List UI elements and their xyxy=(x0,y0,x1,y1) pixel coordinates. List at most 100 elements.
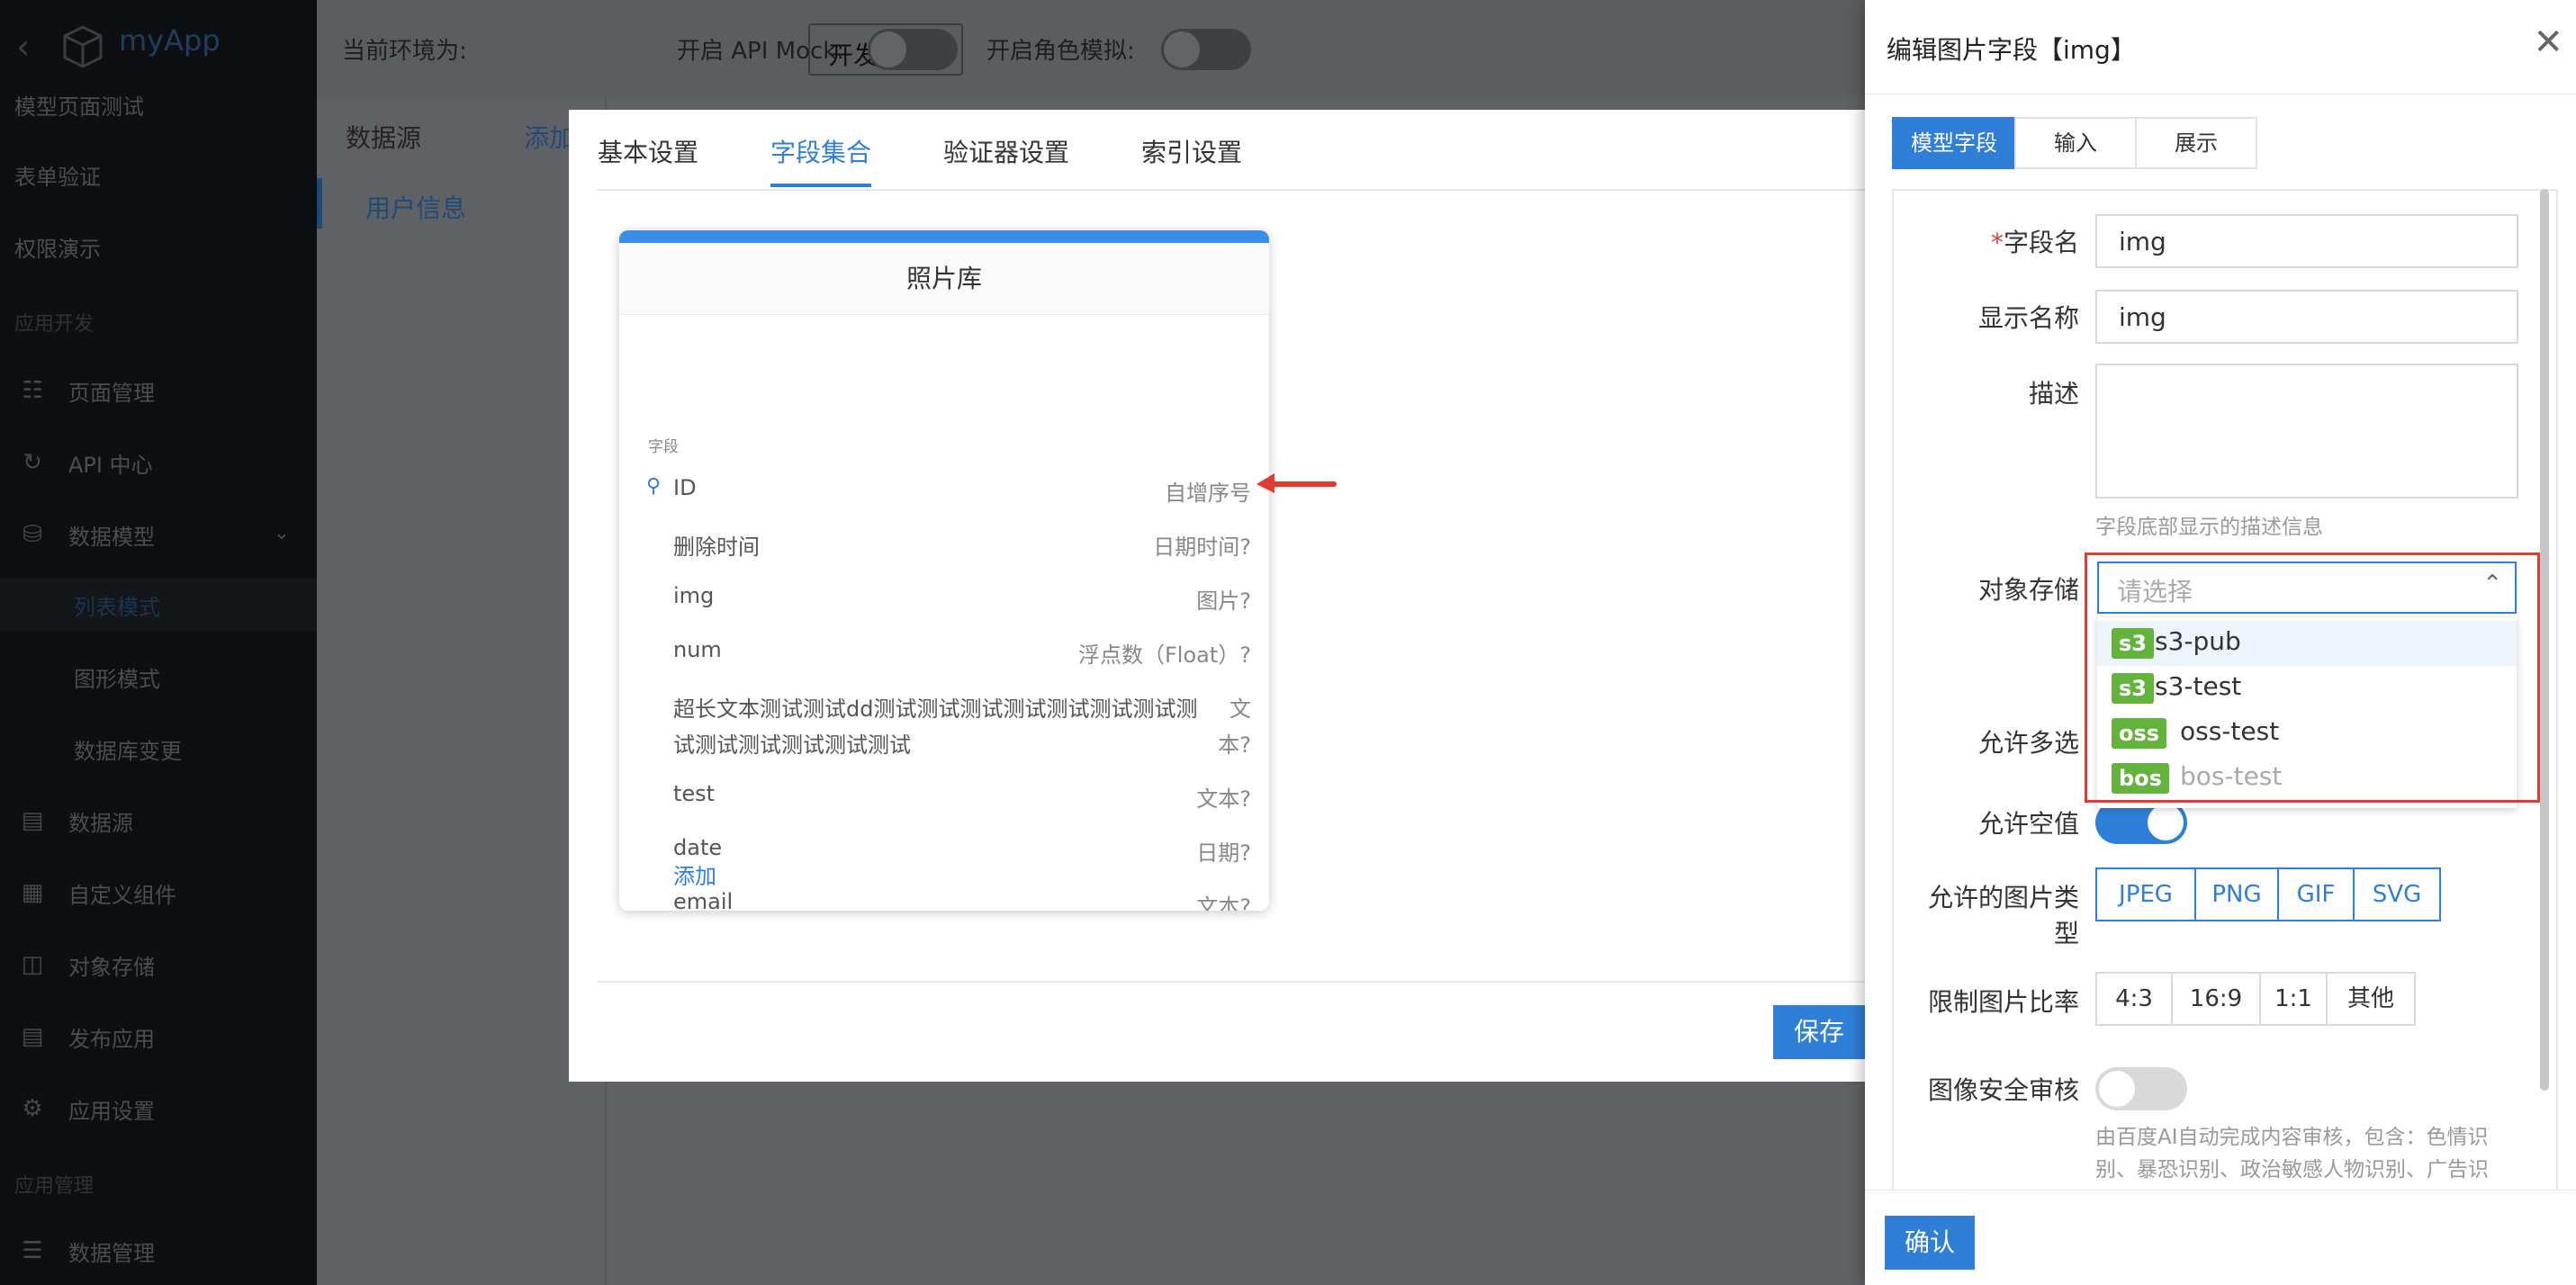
tab-input[interactable]: 输入 xyxy=(2014,117,2137,169)
save-button[interactable]: 保存 xyxy=(1773,1005,1865,1059)
field-name: img xyxy=(673,583,715,608)
sidebar-item-data-model[interactable]: ⛁ 数据模型 ⌄ xyxy=(0,508,317,562)
sidebar-item-settings[interactable]: ⚙ 应用设置 xyxy=(0,1082,317,1136)
field-name: num xyxy=(673,637,722,662)
sidebar-item-permission-demo[interactable]: 权限演示 xyxy=(0,220,317,274)
api-icon: ↻ xyxy=(23,449,42,476)
field-type: 文本? xyxy=(1196,894,1251,911)
type-gif-button[interactable]: GIF xyxy=(2277,867,2355,921)
tab-label: 字段集合 xyxy=(770,138,872,167)
tab-model-field[interactable]: 模型字段 xyxy=(1892,117,2016,169)
highlight-box xyxy=(2085,553,2540,803)
app-name: myApp xyxy=(119,23,221,58)
audit-hint-line-2: 别、暴恐识别、政治敏感人物识别、广告识 xyxy=(2095,1158,2489,1182)
field-type: 文本? xyxy=(1218,696,1251,758)
sidebar-item-graph-mode[interactable]: 图形模式 xyxy=(0,650,317,704)
sidebar-item-label: 列表模式 xyxy=(74,594,160,620)
field-type: 浮点数（Float）? xyxy=(1077,642,1251,668)
type-jpeg-button[interactable]: JPEG xyxy=(2095,867,2196,921)
sidebar-group-label: 应用开发 xyxy=(14,313,95,336)
page-icon: ☷ xyxy=(22,377,43,404)
field-type: 自增序号 xyxy=(1165,481,1251,506)
add-datasource-link[interactable]: 添加 xyxy=(524,119,574,155)
ratio-other-button[interactable]: 其他 xyxy=(2326,972,2416,1026)
field-name: email xyxy=(673,889,734,911)
sidebar-item-label: 模型页面测试 xyxy=(14,94,144,120)
sidebar-item-datasource[interactable]: ▤ 数据源 xyxy=(0,794,317,848)
datasource-heading: 数据源 xyxy=(346,123,422,153)
sidebar-item-pages[interactable]: ☷ 页面管理 xyxy=(0,364,317,418)
api-mock-label: 开启 API Mock: xyxy=(677,38,845,65)
card-title: 照片库 xyxy=(619,243,1269,315)
ratio-4-3-button[interactable]: 4:3 xyxy=(2095,972,2173,1026)
sidebar-item-components[interactable]: ▦ 自定义组件 xyxy=(0,866,317,920)
tab-label: 索引设置 xyxy=(1141,138,1243,167)
confirm-button[interactable]: 确认 xyxy=(1885,1216,1975,1270)
tab-basic-settings[interactable]: 基本设置 xyxy=(598,133,698,169)
sidebar: ‹ myApp 模型页面测试 表单验证 权限演示 应用开发 ☷ 页面管理 ↻ API… xyxy=(0,0,317,1285)
close-icon[interactable]: ✕ xyxy=(2533,22,2563,63)
modal-footer-divider xyxy=(598,981,1865,983)
sidebar-item-label: 页面管理 xyxy=(68,380,155,406)
field-name: date xyxy=(673,835,723,860)
app-header: ‹ myApp xyxy=(0,0,317,90)
sidebar-item-form-validation[interactable]: 表单验证 xyxy=(0,148,317,202)
api-mock-toggle[interactable] xyxy=(868,29,958,70)
ratio-1-1-button[interactable]: 1:1 xyxy=(2259,972,2328,1026)
sidebar-item-db-changes[interactable]: 数据库变更 xyxy=(0,722,317,776)
sidebar-item-label: 表单验证 xyxy=(14,164,101,190)
sidebar-item-api[interactable]: ↻ API 中心 xyxy=(0,436,317,490)
description-textarea[interactable] xyxy=(2095,364,2518,499)
field-type: 文本? xyxy=(1196,786,1251,812)
gear-icon: ⚙ xyxy=(22,1095,43,1122)
field-row[interactable]: 超长文本测试测试dd测试测试测试测试测试测试测试测试测试测试测试测试测试 文本? xyxy=(619,691,1269,767)
field-type: 日期? xyxy=(1196,840,1251,866)
role-mock-toggle[interactable] xyxy=(1161,29,1251,70)
sidebar-item-label: 应用设置 xyxy=(68,1098,155,1124)
tab-index-settings[interactable]: 索引设置 xyxy=(1141,133,1242,169)
env-label: 当前环境为: xyxy=(342,38,467,65)
drawer-scrollbar[interactable] xyxy=(2540,189,2549,1091)
top-bar: 当前环境为: 开发环境⌄ 开启 API Mock: 开启角色模拟: xyxy=(317,0,1865,97)
tab-label: 基本设置 xyxy=(598,138,699,167)
drawer-title: 编辑图片字段【img】 xyxy=(1887,35,2136,65)
sidebar-item-model-page-test[interactable]: 模型页面测试 xyxy=(0,77,317,131)
storage-icon: ◫ xyxy=(21,951,44,978)
sidebar-item-list-mode[interactable]: 列表模式 xyxy=(0,578,317,632)
chevron-down-icon: ⌄ xyxy=(273,522,290,544)
display-name-input[interactable]: img xyxy=(2095,290,2518,344)
field-name: 超长文本测试测试dd测试测试测试测试测试测试测试测试测试测试测试测试测试 xyxy=(673,696,1198,758)
component-icon: ▦ xyxy=(21,879,44,906)
sidebar-group-label: 应用管理 xyxy=(14,1175,95,1198)
field-type: 日期时间? xyxy=(1153,535,1251,560)
tab-divider xyxy=(598,189,1865,191)
datasource-item-user-info[interactable]: 用户信息 xyxy=(317,178,605,229)
type-png-button[interactable]: PNG xyxy=(2194,867,2279,921)
ratio-16-9-button[interactable]: 16:9 xyxy=(2171,972,2261,1026)
sidebar-item-data-manage[interactable]: ☰ 数据管理 xyxy=(0,1224,317,1278)
drawer-footer: 确认 xyxy=(1865,1190,2576,1285)
sidebar-group-app-dev: 应用开发 xyxy=(0,295,317,349)
back-icon[interactable]: ‹ xyxy=(16,27,30,67)
audit-hint-line-1: 由百度AI自动完成内容审核，包含：色情识 xyxy=(2095,1126,2489,1149)
sidebar-item-storage[interactable]: ◫ 对象存储 xyxy=(0,938,317,992)
field-name: test xyxy=(673,781,716,806)
image-types-group: JPEG PNG GIF SVG xyxy=(2095,867,2441,921)
tab-label: 展示 xyxy=(2175,130,2218,156)
tab-field-collection[interactable]: 字段集合 xyxy=(770,133,872,187)
sidebar-item-label: 数据库变更 xyxy=(74,738,182,764)
ratio-group: 4:3 16:9 1:1 其他 xyxy=(2095,972,2416,1026)
audit-toggle[interactable] xyxy=(2095,1067,2187,1110)
toggle-knob xyxy=(2099,1071,2135,1107)
annotation-arrow-icon xyxy=(1256,473,1337,493)
tab-validator-settings[interactable]: 验证器设置 xyxy=(943,133,1069,169)
sidebar-item-publish[interactable]: ▤ 发布应用 xyxy=(0,1010,317,1064)
field-type: 图片? xyxy=(1196,589,1251,614)
sidebar-item-label: 发布应用 xyxy=(68,1026,155,1052)
sidebar-item-label: 自定义组件 xyxy=(68,882,176,908)
type-svg-button[interactable]: SVG xyxy=(2353,867,2441,921)
tab-display[interactable]: 展示 xyxy=(2135,117,2257,169)
key-icon: ⚲ xyxy=(646,475,662,498)
field-name-input[interactable]: img xyxy=(2095,214,2518,268)
add-field-link[interactable]: 添加 xyxy=(673,858,716,890)
